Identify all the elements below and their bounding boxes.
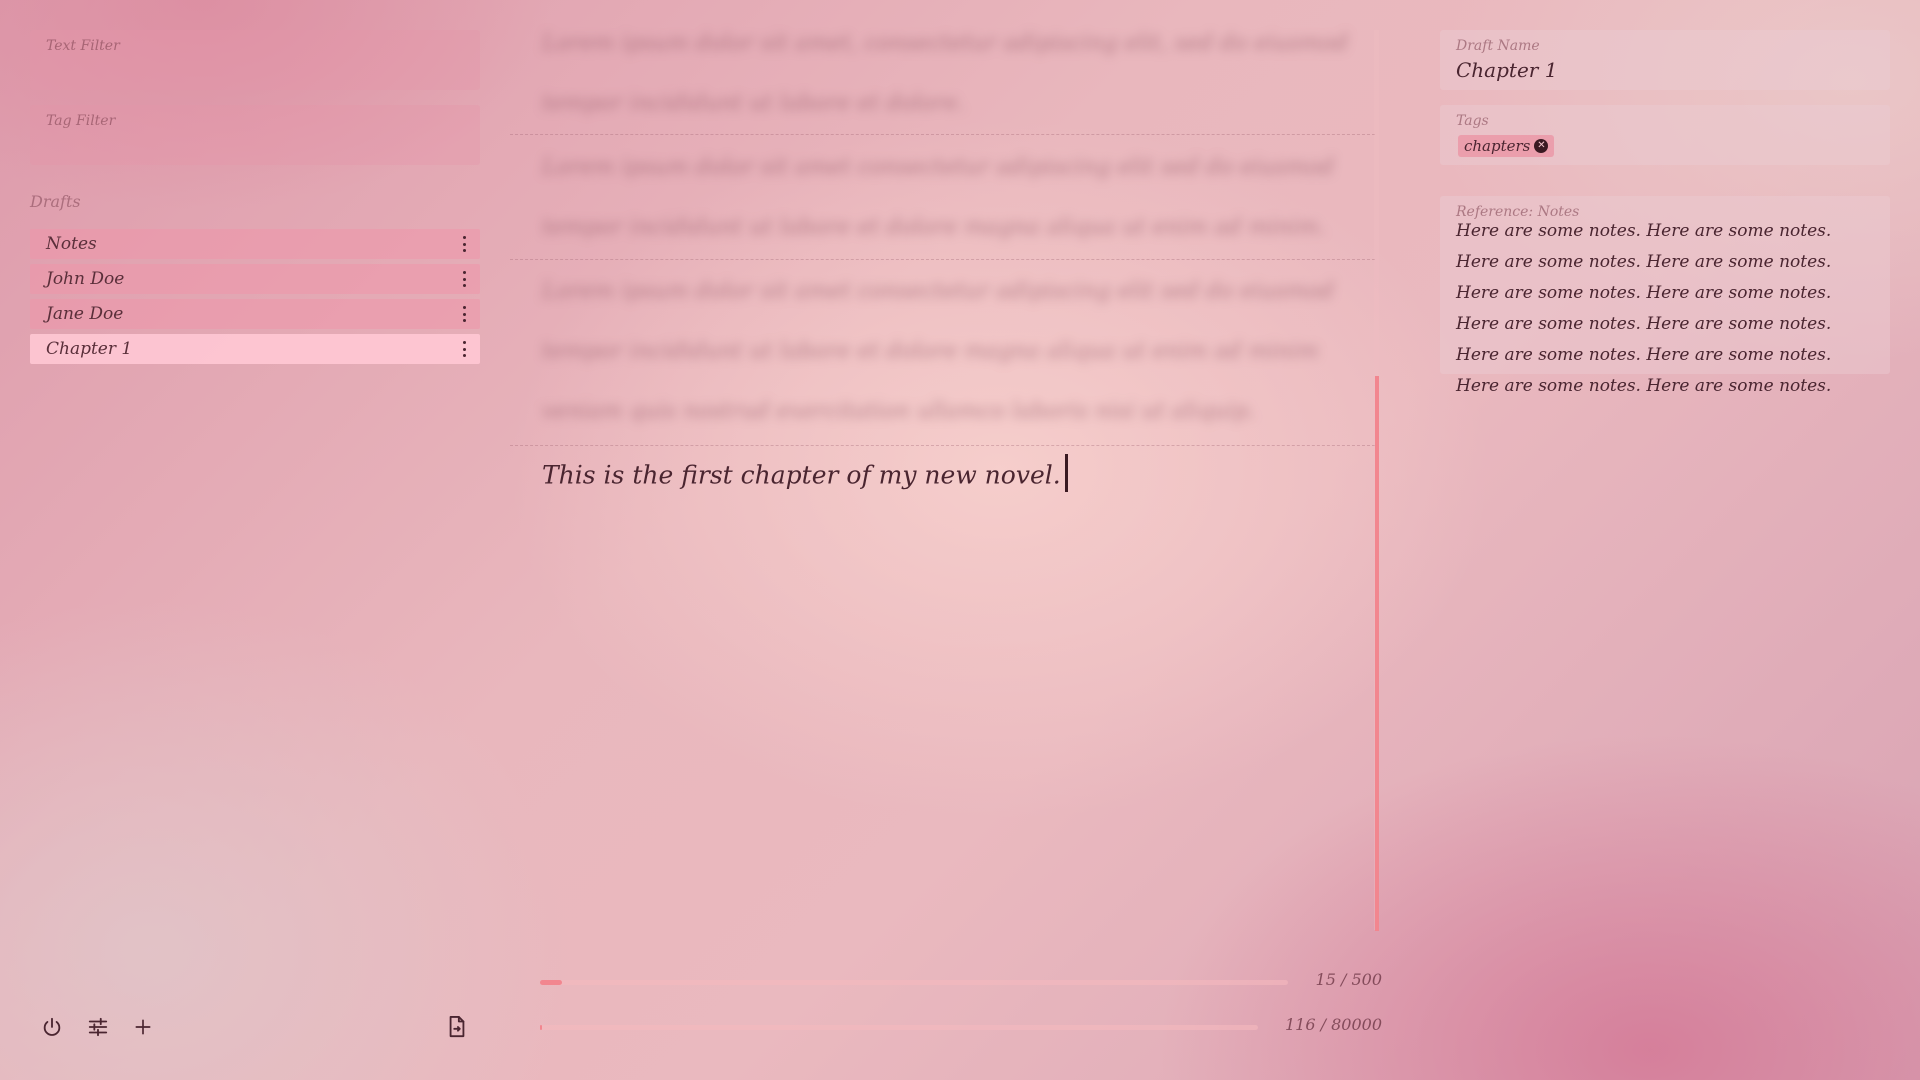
editor-active-paragraph[interactable]: This is the first chapter of my new nove…: [542, 454, 1068, 496]
tags-label: Tags: [1456, 113, 1489, 129]
tags-field[interactable]: Tags chapters ✕: [1440, 105, 1890, 165]
text-caret: [1064, 454, 1068, 492]
draft-item-notes[interactable]: Notes: [30, 229, 480, 259]
tag-chip: chapters ✕: [1458, 135, 1555, 157]
more-options-icon[interactable]: [462, 236, 466, 252]
session-progress-fill: [540, 980, 563, 985]
plus-icon[interactable]: [128, 1012, 158, 1042]
reference-text: Here are some notes. Here are some notes…: [1456, 221, 1832, 396]
more-options-icon[interactable]: [462, 341, 466, 357]
draft-item-label: John Doe: [46, 269, 125, 289]
total-progress-label: 116 / 80000: [1285, 1015, 1382, 1034]
draft-item-label: Notes: [46, 234, 97, 254]
remove-tag-icon[interactable]: ✕: [1534, 139, 1549, 153]
draft-item-label: Jane Doe: [46, 304, 124, 324]
paragraph-divider: [510, 259, 1375, 260]
previous-paragraph: Lorem ipsum dolor sit amet consectetur a…: [542, 279, 1335, 424]
text-filter-input[interactable]: Text Filter: [30, 30, 480, 90]
power-icon[interactable]: [37, 1012, 67, 1042]
previous-paragraph: Lorem ipsum dolor sit amet consectetur a…: [542, 155, 1335, 240]
total-progress-fill: [540, 1025, 543, 1030]
draft-item-label: Chapter 1: [46, 339, 133, 359]
editor-text: This is the first chapter of my new nove…: [542, 460, 1061, 490]
reference-notes-panel: Reference: Notes Here are some notes. He…: [1440, 196, 1890, 396]
session-progress-bar: [540, 980, 1288, 985]
previous-paragraph: Lorem ipsum dolor sit amet, consectetur …: [542, 31, 1349, 116]
editor-scrollbar-thumb[interactable]: [1375, 376, 1379, 931]
draft-name-field[interactable]: Draft Name Chapter 1: [1440, 30, 1890, 90]
draft-item-jane-doe[interactable]: Jane Doe: [30, 299, 480, 329]
draft-item-john-doe[interactable]: John Doe: [30, 264, 480, 294]
export-file-icon[interactable]: [442, 1012, 472, 1042]
tag-filter-label: Tag Filter: [46, 113, 116, 129]
total-progress-bar: [540, 1025, 1258, 1030]
draft-name-value: Chapter 1: [1456, 58, 1558, 82]
more-options-icon[interactable]: [462, 306, 466, 322]
drafts-heading: Drafts: [30, 192, 81, 211]
sliders-icon[interactable]: [83, 1012, 113, 1042]
session-progress-label: 15 / 500: [1315, 970, 1382, 989]
draft-name-label: Draft Name: [1456, 38, 1540, 54]
tag-filter-input[interactable]: Tag Filter: [30, 105, 480, 165]
paragraph-divider: [510, 445, 1375, 446]
paragraph-divider: [510, 134, 1375, 135]
tag-chip-label: chapters: [1464, 137, 1531, 155]
more-options-icon[interactable]: [462, 271, 466, 287]
draft-item-chapter-1[interactable]: Chapter 1: [30, 334, 480, 364]
text-filter-label: Text Filter: [46, 38, 120, 54]
